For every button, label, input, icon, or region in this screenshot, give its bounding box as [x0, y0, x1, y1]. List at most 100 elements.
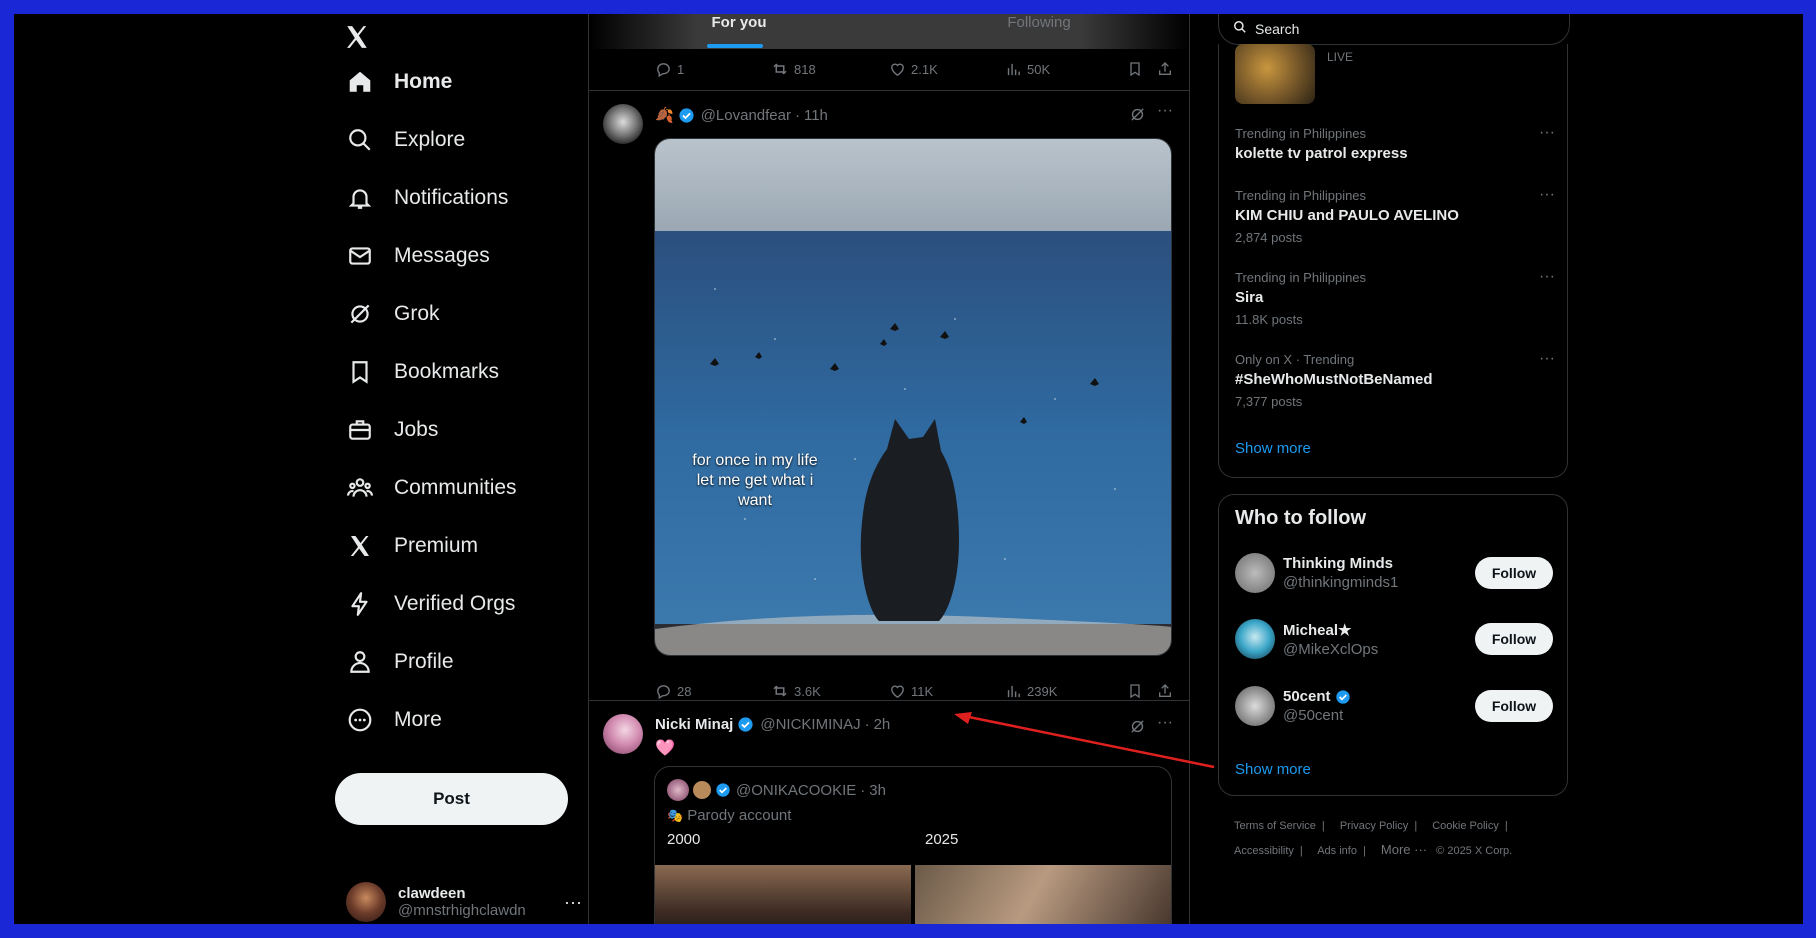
- repost-button[interactable]: 818: [771, 60, 889, 78]
- footer-link[interactable]: Cookie Policy: [1432, 820, 1499, 832]
- footer-link[interactable]: Terms of Service: [1234, 820, 1316, 832]
- sidebar-item-notifications[interactable]: Notifications: [346, 178, 508, 218]
- footer-link[interactable]: Privacy Policy: [1340, 820, 1408, 832]
- live-thumbnail[interactable]: [1235, 44, 1315, 104]
- follow-button[interactable]: Follow: [1475, 690, 1553, 722]
- sidebar-item-messages[interactable]: Messages: [346, 236, 490, 276]
- trend-item[interactable]: Trending in Philippines Sira 11.8K posts…: [1235, 268, 1555, 327]
- avatar: [1235, 619, 1275, 659]
- who-to-follow-title: Who to follow: [1235, 507, 1367, 529]
- trend-item[interactable]: Only on X · Trending #SheWhoMustNotBeNam…: [1235, 350, 1555, 409]
- repost-button[interactable]: 3.6K: [771, 682, 889, 700]
- quote-image-left: [655, 865, 911, 924]
- cookie-emoji-icon: [693, 781, 711, 799]
- avatar[interactable]: [603, 714, 643, 754]
- grok-icon[interactable]: [1129, 106, 1146, 128]
- more-dots-icon[interactable]: ···: [1157, 102, 1173, 120]
- like-count: 11K: [911, 683, 934, 699]
- sidebar-item-label: Jobs: [394, 418, 439, 441]
- avatar: [1235, 686, 1275, 726]
- avatar: [346, 882, 386, 922]
- avatar[interactable]: [603, 104, 643, 144]
- tab-following[interactable]: Following: [889, 14, 1189, 49]
- trend-item[interactable]: Trending in Philippines kolette tv patro…: [1235, 124, 1555, 162]
- sidebar-item-communities[interactable]: Communities: [346, 468, 517, 508]
- x-logo-icon[interactable]: [344, 24, 370, 58]
- more-dots-icon[interactable]: ···: [564, 892, 582, 913]
- tweet-time[interactable]: 2h: [874, 716, 891, 733]
- timeline-tabs: For you Following: [589, 14, 1189, 49]
- footer-link[interactable]: Accessibility: [1234, 845, 1294, 857]
- parody-label: 🎭 Parody account: [667, 807, 792, 824]
- views-button[interactable]: 50K: [1005, 61, 1127, 78]
- reply-button[interactable]: 28: [655, 683, 771, 700]
- quote-label-right: 2025: [925, 831, 959, 848]
- share-button[interactable]: [1157, 61, 1173, 77]
- follow-button[interactable]: Follow: [1475, 623, 1553, 655]
- sidebar-item-jobs[interactable]: Jobs: [346, 410, 438, 450]
- sidebar-item-verified-orgs[interactable]: Verified Orgs: [346, 584, 515, 624]
- like-button[interactable]: 2.1K: [889, 61, 1005, 78]
- views-icon: [1007, 63, 1020, 75]
- sidebar-item-bookmarks[interactable]: Bookmarks: [346, 352, 499, 392]
- tweet-header: 🍂 @Lovandfear · 11h: [655, 106, 828, 125]
- divider: [589, 700, 1189, 701]
- quote-handle: @ONIKACOOKIE: [736, 781, 857, 799]
- bookmark-icon: [1130, 684, 1140, 699]
- sidebar-item-profile[interactable]: Profile: [346, 642, 454, 682]
- sidebar-item-label: Messages: [394, 244, 490, 267]
- tweet-actions: 1 818 2.1K 50K: [655, 60, 1175, 78]
- more-dots-icon[interactable]: ···: [1539, 268, 1555, 286]
- more-circle-icon: [346, 706, 374, 734]
- reply-count: 28: [677, 683, 692, 699]
- follow-button[interactable]: Follow: [1475, 557, 1553, 589]
- quote-label-left: 2000: [667, 831, 701, 848]
- views-button[interactable]: 239K: [1005, 683, 1127, 700]
- bookmark-icon: [346, 358, 374, 386]
- tweet-handle[interactable]: @Lovandfear: [701, 107, 791, 124]
- share-icon: [1159, 684, 1171, 697]
- trend-item[interactable]: Trending in Philippines KIM CHIU and PAU…: [1235, 186, 1555, 245]
- sidebar-item-label: Communities: [394, 476, 517, 499]
- more-dots-icon[interactable]: ···: [1539, 350, 1555, 368]
- sidebar-item-explore[interactable]: Explore: [346, 120, 465, 160]
- sidebar-item-label: Profile: [394, 650, 454, 673]
- views-count: 50K: [1027, 61, 1051, 77]
- sidebar-item-more[interactable]: More: [346, 700, 442, 740]
- account-switcher[interactable]: clawdeen @mnstrhighclawdn ···: [346, 882, 582, 922]
- sidebar-item-grok[interactable]: Grok: [346, 294, 440, 334]
- follow-suggestion[interactable]: Thinking Minds @thinkingminds1 Follow: [1235, 551, 1553, 595]
- sidebar-item-home[interactable]: Home: [346, 62, 452, 102]
- views-count: 239K: [1027, 683, 1058, 699]
- bookmark-button[interactable]: [1127, 61, 1157, 77]
- share-button[interactable]: [1157, 683, 1173, 699]
- sidebar-item-premium[interactable]: Premium: [346, 526, 478, 566]
- footer-link[interactable]: Ads info: [1317, 845, 1357, 857]
- quote-image-right: [915, 865, 1171, 924]
- quote-header: @ONIKACOOKIE · 3h: [667, 779, 886, 801]
- follow-suggestion[interactable]: Micheal★ @MikeXclOps Follow: [1235, 617, 1553, 661]
- show-more-trends-link[interactable]: Show more: [1235, 440, 1311, 457]
- more-dots-icon[interactable]: ···: [1539, 186, 1555, 204]
- repost-count: 3.6K: [794, 683, 821, 699]
- tweet-handle[interactable]: @NICKIMINAJ: [760, 716, 860, 733]
- heart-icon: [891, 63, 904, 76]
- live-label: LIVE: [1327, 50, 1354, 64]
- quote-tweet[interactable]: @ONIKACOOKIE · 3h 🎭 Parody account 2000 …: [654, 766, 1172, 924]
- search-input[interactable]: Search: [1218, 14, 1570, 45]
- bell-icon: [346, 184, 374, 212]
- post-button[interactable]: Post: [335, 773, 568, 825]
- like-button[interactable]: 11K: [889, 683, 1005, 700]
- show-more-follow-link[interactable]: Show more: [1235, 761, 1311, 778]
- follow-suggestion[interactable]: 50cent @50cent Follow: [1235, 684, 1553, 728]
- bookmark-button[interactable]: [1127, 683, 1157, 699]
- lightning-icon: [346, 590, 374, 618]
- tweet-time[interactable]: 11h: [804, 107, 828, 124]
- tweet-display-name[interactable]: Nicki Minaj: [655, 716, 733, 733]
- more-dots-icon[interactable]: ···: [1539, 124, 1555, 142]
- reply-button[interactable]: 1: [655, 61, 771, 78]
- tweet-image[interactable]: for once in my life let me get what i wa…: [654, 138, 1172, 656]
- footer-more-link[interactable]: More ···: [1381, 842, 1427, 857]
- verified-badge-icon: [1335, 689, 1350, 704]
- display-name-emoji: 🍂: [655, 107, 674, 124]
